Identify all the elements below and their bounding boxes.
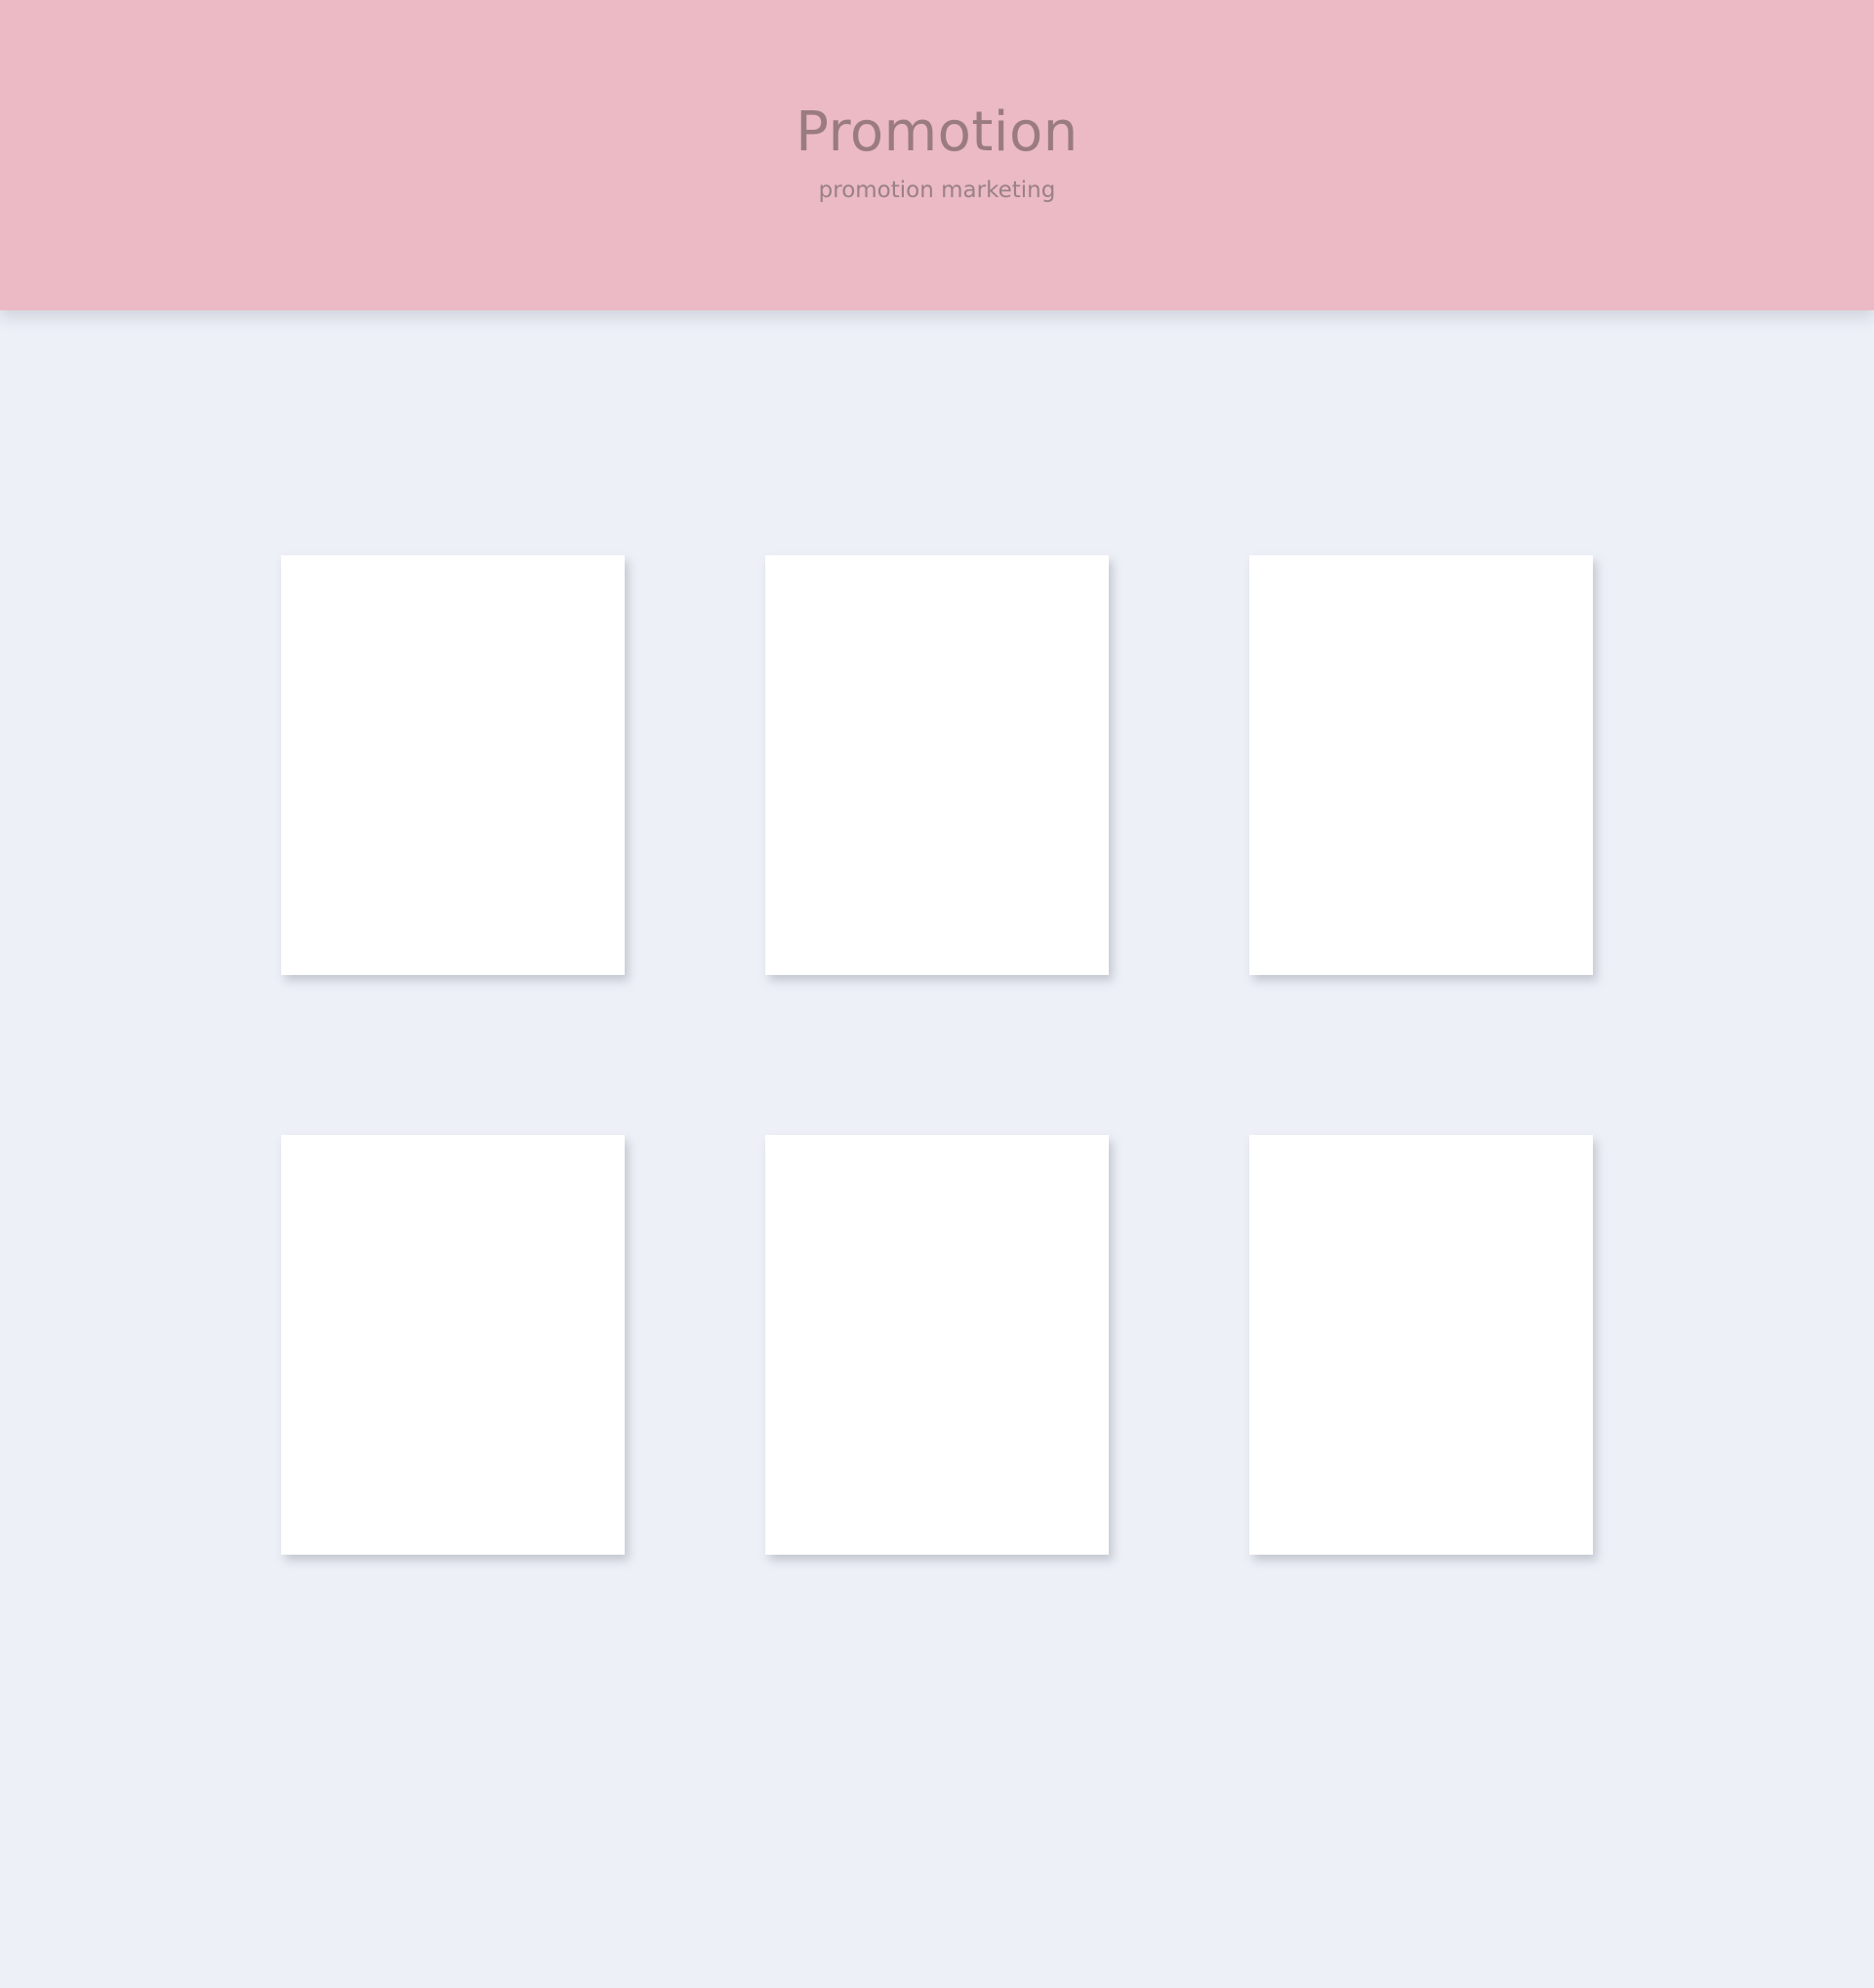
promotion-card-5[interactable] bbox=[765, 1135, 1109, 1555]
promotion-card-1[interactable] bbox=[281, 555, 625, 975]
page-subtitle: promotion marketing bbox=[818, 178, 1056, 203]
promotion-card-3[interactable] bbox=[1249, 555, 1593, 975]
promotion-card-4[interactable] bbox=[281, 1135, 625, 1555]
promotion-grid bbox=[0, 310, 1874, 1988]
promotion-card-2[interactable] bbox=[765, 555, 1109, 975]
promotion-card-6[interactable] bbox=[1249, 1135, 1593, 1555]
page-header: Promotion promotion marketing bbox=[0, 0, 1874, 310]
page-title: Promotion bbox=[795, 101, 1079, 164]
